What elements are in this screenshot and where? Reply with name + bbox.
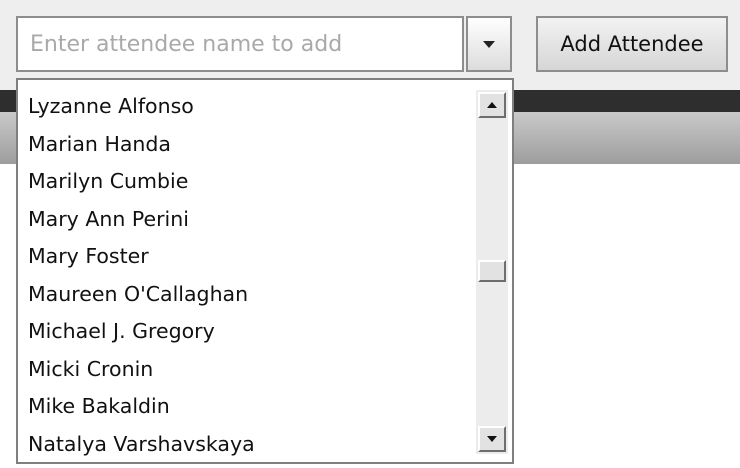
attendee-dropdown-list[interactable]: Lyzanne Alfonso Marian Handa Marilyn Cum… <box>16 78 514 464</box>
add-attendee-button[interactable]: Add Attendee <box>536 16 728 72</box>
scroll-thumb[interactable] <box>478 260 506 282</box>
combo-dropdown-button[interactable] <box>466 16 512 72</box>
arrow-up-icon <box>487 102 497 108</box>
list-item[interactable]: Marilyn Cumbie <box>18 163 474 201</box>
list-item[interactable]: Maureen O'Callaghan <box>18 276 474 314</box>
arrow-down-icon <box>487 436 497 442</box>
attendee-name-input[interactable] <box>16 16 464 72</box>
list-item[interactable]: Lyzanne Alfonso <box>18 88 474 126</box>
list-item[interactable]: Mary Foster <box>18 238 474 276</box>
list-item[interactable]: Natalya Varshavskaya <box>18 426 474 464</box>
list-item[interactable]: Micki Cronin <box>18 351 474 389</box>
chevron-down-icon <box>483 40 495 48</box>
scroll-up-button[interactable] <box>478 92 506 118</box>
attendee-options: Lyzanne Alfonso Marian Handa Marilyn Cum… <box>18 88 474 463</box>
list-item[interactable]: Mary Ann Perini <box>18 201 474 239</box>
list-item[interactable]: Michael J. Gregory <box>18 313 474 351</box>
list-item[interactable]: Mike Bakaldin <box>18 388 474 426</box>
scroll-down-button[interactable] <box>478 426 506 452</box>
list-item[interactable]: Marian Handa <box>18 126 474 164</box>
vertical-scrollbar[interactable] <box>476 90 508 454</box>
